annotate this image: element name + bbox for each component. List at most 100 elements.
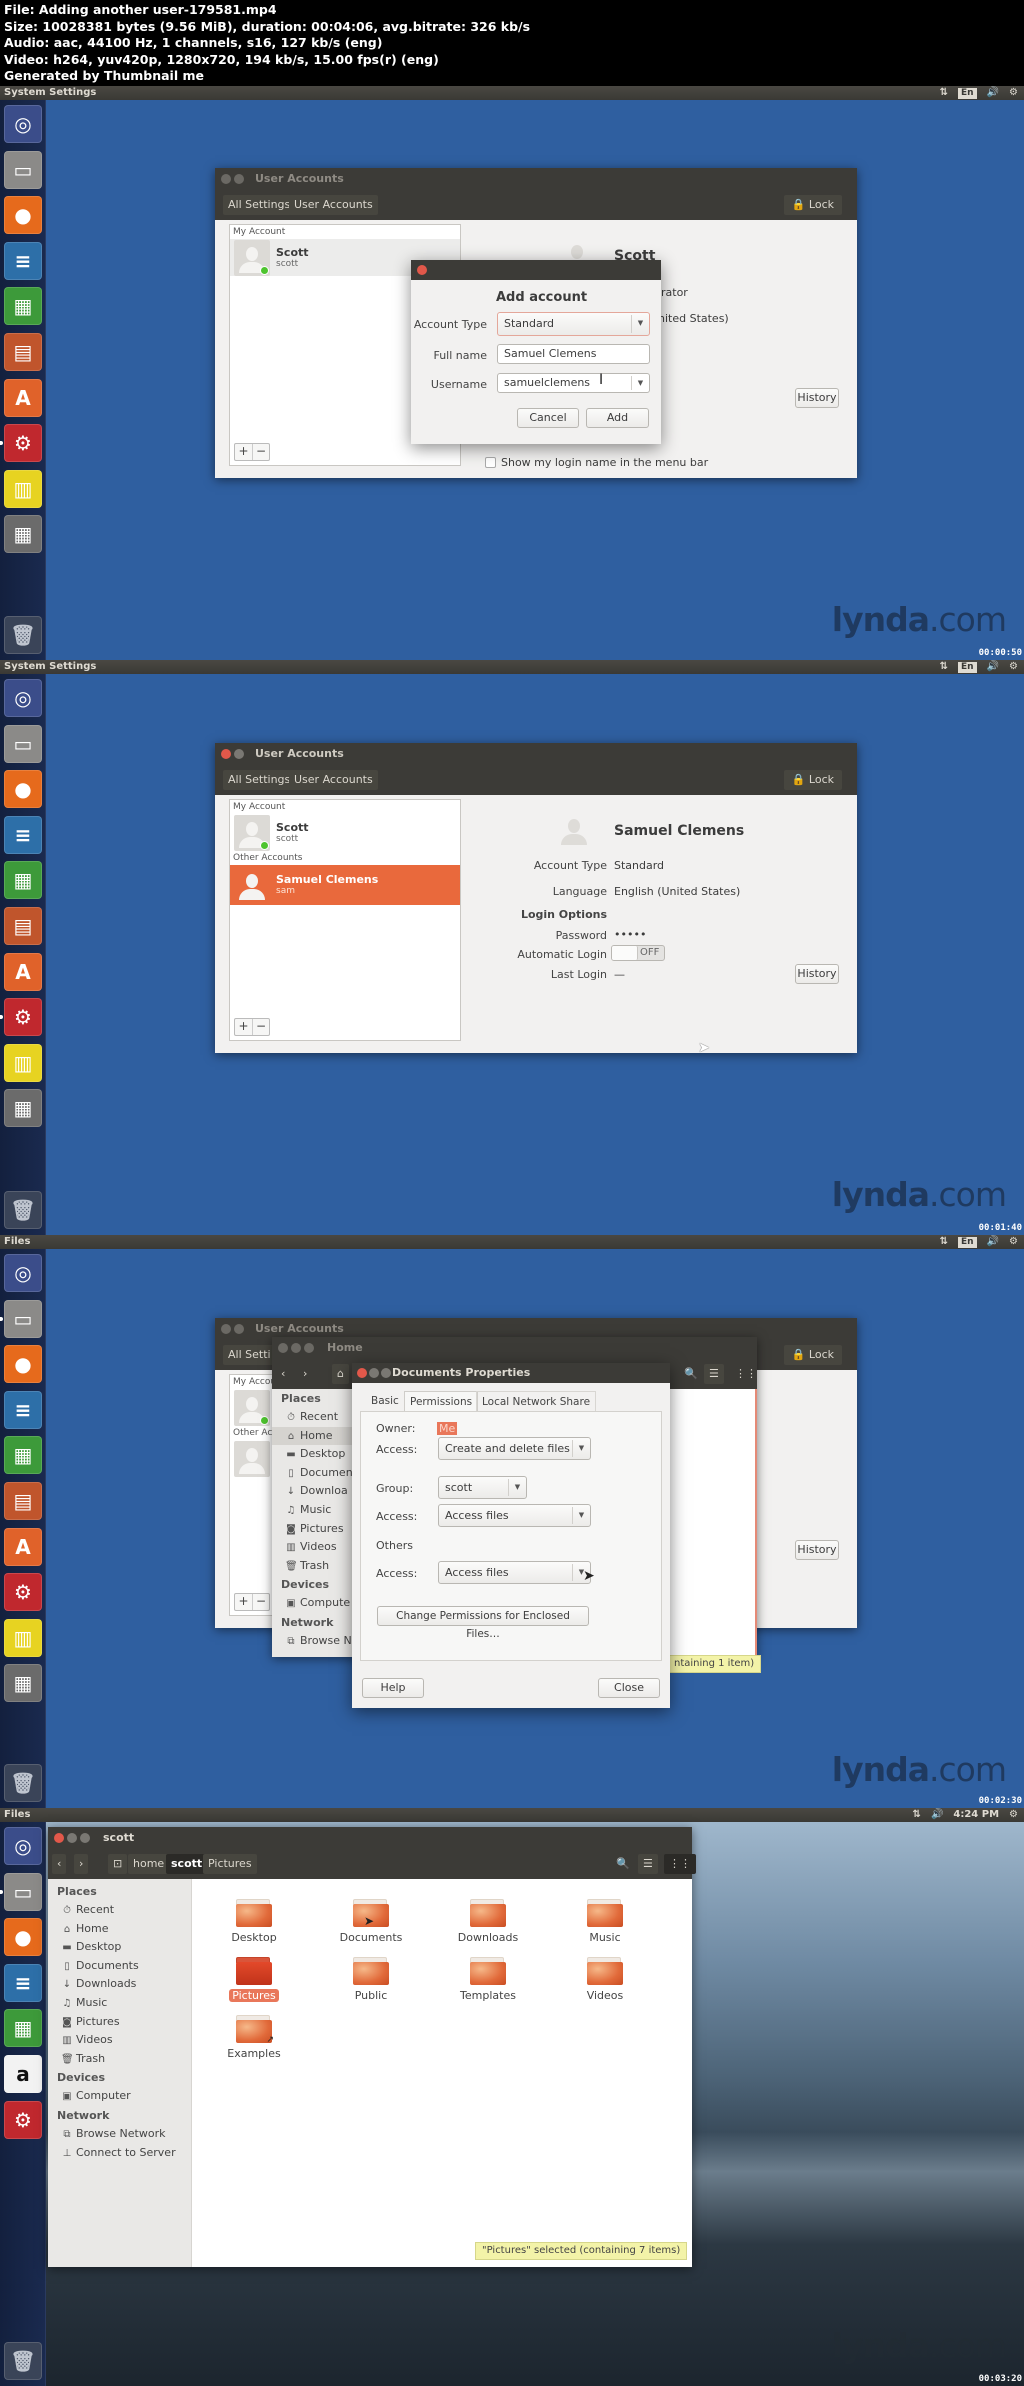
sidebar-item-music[interactable]: ♫ Music: [48, 1994, 191, 2013]
close-button[interactable]: [417, 265, 427, 275]
trash-icon[interactable]: 🗑: [4, 1764, 42, 1802]
auto-login-toggle[interactable]: OFF: [611, 945, 665, 961]
sidebar-item[interactable]: ⧉ Browse N: [272, 1632, 352, 1651]
sidebar-item-connect-to-server[interactable]: ⊥ Connect to Server: [48, 2144, 191, 2163]
launcher-software-center-icon[interactable]: A: [4, 1527, 42, 1566]
launcher-impress-icon[interactable]: ▤: [4, 907, 42, 945]
launcher-firefox-icon[interactable]: ●: [4, 770, 42, 809]
launcher-workspaces-icon[interactable]: ▥: [4, 1618, 42, 1657]
launcher-system-settings-icon[interactable]: ⚙: [4, 998, 42, 1037]
minimize-button[interactable]: [234, 749, 244, 759]
minimize-button[interactable]: [234, 1324, 244, 1334]
list-view-icon[interactable]: ☰: [704, 1364, 724, 1384]
tab-local-network-share[interactable]: Local Network Share: [476, 1391, 597, 1411]
forward-button[interactable]: ›: [298, 1364, 312, 1384]
sidebar-item-browse-network[interactable]: ⧉ Browse Network: [48, 2125, 191, 2144]
launcher-calc-icon[interactable]: ▦: [4, 1436, 42, 1475]
sidebar-item[interactable]: ↓ Downloa: [272, 1482, 352, 1501]
launcher-files-icon[interactable]: ▭: [4, 724, 42, 763]
clock[interactable]: 4:24 PM: [953, 1808, 999, 1822]
maximize-button[interactable]: [304, 1343, 314, 1353]
launcher-workspaces-icon[interactable]: ▥: [4, 469, 42, 508]
sidebar-item-computer[interactable]: ▣ Computer: [48, 2087, 191, 2106]
volume-icon[interactable]: 🔊: [931, 1808, 943, 1822]
sidebar-item[interactable]: ⌂ Home: [272, 1426, 352, 1446]
network-icon[interactable]: ⇅: [913, 1808, 921, 1822]
volume-icon[interactable]: 🔊: [987, 86, 999, 100]
launcher-amazon-icon[interactable]: a: [4, 2055, 42, 2093]
group-combo[interactable]: scott ▼: [438, 1476, 527, 1499]
volume-icon[interactable]: 🔊: [987, 1235, 999, 1249]
cancel-button[interactable]: Cancel: [517, 408, 579, 428]
show-login-checkbox[interactable]: [485, 457, 496, 468]
sidebar-item-desktop[interactable]: ▬ Desktop: [48, 1938, 191, 1957]
help-button[interactable]: Help: [362, 1678, 424, 1698]
trash-icon[interactable]: 🗑: [4, 616, 42, 654]
launcher-calculator-icon[interactable]: ▦: [4, 1664, 42, 1703]
launcher-workspaces-icon[interactable]: ▥: [4, 1043, 42, 1082]
search-icon[interactable]: 🔍: [611, 1854, 635, 1874]
minimize-button[interactable]: [291, 1343, 301, 1353]
sidebar-item[interactable]: ▣ Compute: [272, 1594, 352, 1613]
sidebar-item[interactable]: ▥ Videos: [272, 1538, 352, 1557]
history-button[interactable]: History: [795, 1540, 839, 1560]
password-value[interactable]: •••••: [614, 928, 646, 941]
crumb-pictures[interactable]: Pictures: [203, 1854, 257, 1874]
close-button[interactable]: [221, 749, 231, 759]
launcher-files-icon[interactable]: ▭: [4, 150, 42, 189]
lock-button[interactable]: 🔒 Lock: [783, 195, 842, 215]
remove-user-button[interactable]: −: [252, 1594, 269, 1610]
minimize-button[interactable]: [234, 174, 244, 184]
crumb-user-accounts[interactable]: User Accounts: [289, 195, 378, 215]
maximize-button[interactable]: [80, 1833, 90, 1843]
keyboard-indicator[interactable]: En: [958, 87, 977, 99]
launcher-writer-icon[interactable]: ≡: [4, 241, 42, 280]
launcher-impress-icon[interactable]: ▤: [4, 333, 42, 371]
volume-icon[interactable]: 🔊: [987, 660, 999, 674]
network-icon[interactable]: ⇅: [940, 1235, 948, 1249]
close-button[interactable]: [278, 1343, 288, 1353]
home-drive-icon[interactable]: ⊡: [108, 1854, 128, 1874]
close-button[interactable]: [221, 1324, 231, 1334]
crumb-home[interactable]: home: [128, 1854, 170, 1874]
folder-desktop[interactable]: Desktop: [209, 1899, 299, 1944]
sidebar-item-pictures[interactable]: ◙ Pictures: [48, 2013, 191, 2032]
folder-pictures[interactable]: Pictures: [209, 1957, 299, 2002]
close-dialog-button[interactable]: Close: [598, 1678, 660, 1698]
folder-templates[interactable]: Templates: [443, 1957, 533, 2002]
trash-icon[interactable]: 🗑: [4, 2342, 42, 2380]
network-icon[interactable]: ⇅: [940, 660, 948, 674]
launcher-software-center-icon[interactable]: A: [4, 952, 42, 991]
keyboard-indicator[interactable]: En: [958, 661, 977, 673]
tab-basic[interactable]: Basic: [366, 1391, 404, 1411]
sidebar-item-trash[interactable]: 🗑 Trash: [48, 2050, 191, 2069]
sidebar-item-recent[interactable]: ⏱ Recent: [48, 1901, 191, 1920]
gear-icon[interactable]: ⚙: [1009, 1808, 1018, 1822]
owner-value[interactable]: Me: [437, 1422, 458, 1435]
folder-music[interactable]: Music: [560, 1899, 650, 1944]
gear-icon[interactable]: ⚙: [1009, 86, 1018, 100]
launcher-software-center-icon[interactable]: A: [4, 378, 42, 417]
sidebar-item-downloads[interactable]: ↓ Downloads: [48, 1975, 191, 1994]
network-icon[interactable]: ⇅: [940, 86, 948, 100]
lock-button[interactable]: 🔒 Lock: [783, 1345, 842, 1365]
add-user-button[interactable]: +: [235, 1594, 252, 1610]
folder-downloads[interactable]: Downloads: [443, 1899, 533, 1944]
minimize-button[interactable]: [369, 1368, 379, 1378]
launcher-calculator-icon[interactable]: ▦: [4, 515, 42, 554]
history-button[interactable]: History: [795, 388, 839, 408]
home-crumb[interactable]: ⌂: [332, 1364, 349, 1384]
launcher-calculator-icon[interactable]: ▦: [4, 1089, 42, 1128]
back-button[interactable]: ‹: [52, 1854, 67, 1874]
launcher-impress-icon[interactable]: ▤: [4, 1482, 42, 1520]
remove-user-button[interactable]: −: [252, 1019, 269, 1035]
launcher-writer-icon[interactable]: ≡: [4, 1390, 42, 1429]
username-combo[interactable]: samuelclemens ▼: [497, 373, 650, 393]
launcher-calc-icon[interactable]: ▦: [4, 2009, 42, 2048]
launcher-dash-icon[interactable]: ◎: [4, 1827, 42, 1865]
group-access-combo[interactable]: Access files ▼: [438, 1504, 591, 1527]
sidebar-item[interactable]: ◙ Pictures: [272, 1520, 352, 1539]
change-enclosed-permissions-button[interactable]: Change Permissions for Enclosed Files…: [377, 1606, 589, 1640]
sidebar-item[interactable]: ▬ Desktop: [272, 1445, 352, 1464]
sidebar-item-videos[interactable]: ▥ Videos: [48, 2031, 191, 2050]
